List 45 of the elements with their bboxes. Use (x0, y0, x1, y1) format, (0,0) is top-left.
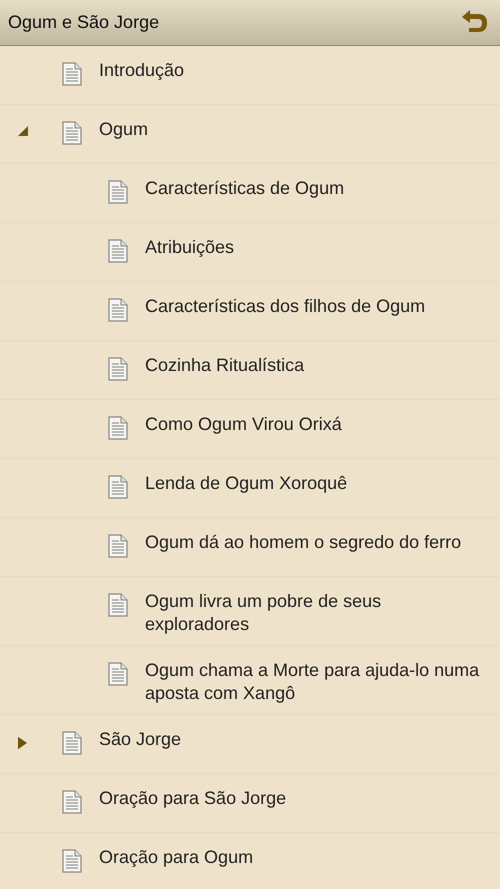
tree-item[interactable]: Ogum livra um pobre de seus exploradores (0, 577, 500, 646)
item-label: Características de Ogum (145, 177, 344, 200)
document-icon (108, 239, 128, 263)
tree-item[interactable]: Oração para São Jorge (0, 774, 500, 833)
document-icon (108, 416, 128, 440)
tree-item[interactable]: Características dos filhos de Ogum (0, 282, 500, 341)
item-label: Características dos filhos de Ogum (145, 295, 426, 318)
document-icon (62, 731, 82, 755)
document-icon (108, 662, 128, 686)
tree-item[interactable]: Atribuições (0, 223, 500, 282)
expanded-icon[interactable] (18, 126, 28, 136)
tree-item[interactable]: Introdução (0, 46, 500, 105)
document-icon (108, 534, 128, 558)
item-label: Ogum dá ao homem o segredo do ferro (145, 531, 462, 554)
item-label: Oração para Ogum (99, 846, 254, 869)
tree-item[interactable]: Lenda de Ogum Xoroquê (0, 459, 500, 518)
document-icon (62, 62, 82, 86)
tree-item[interactable]: Características de Ogum (0, 164, 500, 223)
item-label: Ogum (99, 118, 148, 141)
document-icon (108, 298, 128, 322)
document-icon (108, 180, 128, 204)
document-icon (62, 121, 82, 145)
tree-item[interactable]: Ogum dá ao homem o segredo do ferro (0, 518, 500, 577)
item-label: São Jorge (99, 728, 182, 751)
collapsed-icon[interactable] (18, 736, 27, 750)
tree-item[interactable]: Ogum (0, 105, 500, 164)
item-label: Atribuições (145, 236, 234, 259)
item-label: Introdução (99, 59, 184, 82)
item-label: Oração para São Jorge (99, 787, 286, 810)
item-label: Cozinha Ritualística (145, 354, 304, 377)
tree-item[interactable]: Ogum chama a Morte para ajuda-lo numa aposta com Xangô (0, 646, 500, 715)
item-label: Ogum chama a Morte para ajuda-lo numa aposta com Xangô (145, 659, 480, 705)
document-icon (108, 593, 128, 617)
document-icon (62, 849, 82, 873)
tree-item[interactable]: Como Ogum Virou Orixá (0, 400, 500, 459)
tree-item[interactable]: Cozinha Ritualística (0, 341, 500, 400)
tree-item[interactable]: Oração para Ogum (0, 833, 500, 889)
document-icon (108, 475, 128, 499)
document-icon (62, 790, 82, 814)
document-icon (108, 357, 128, 381)
item-label: Lenda de Ogum Xoroquê (145, 472, 348, 495)
item-label: Ogum livra um pobre de seus exploradores (145, 590, 382, 636)
item-label: Como Ogum Virou Orixá (145, 413, 342, 436)
tree-item[interactable]: São Jorge (0, 715, 500, 774)
screen-title: Ogum e São Jorge (8, 12, 160, 33)
